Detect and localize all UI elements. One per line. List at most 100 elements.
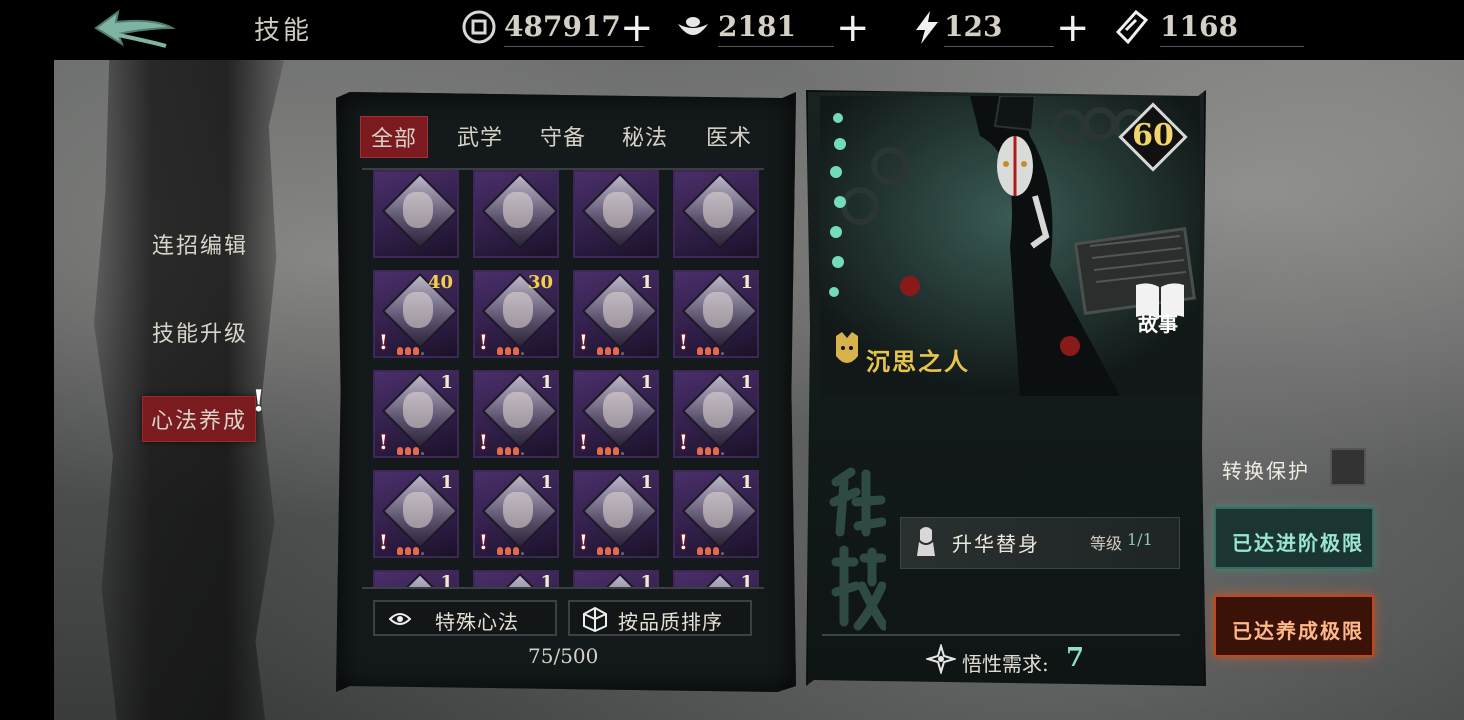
sidebar-item-combo-edit[interactable]: 连招编辑 bbox=[152, 228, 248, 260]
card-alert-icon: ! bbox=[679, 330, 688, 354]
skill-card[interactable]: 1 bbox=[673, 570, 759, 588]
skill-level-label: 等级 bbox=[1090, 534, 1123, 553]
ticket-counter: 1168 bbox=[1114, 6, 1304, 48]
skill-card[interactable] bbox=[573, 170, 659, 258]
card-portrait-face bbox=[703, 192, 733, 228]
card-portrait-face bbox=[703, 492, 733, 528]
ticket-icon bbox=[1115, 10, 1148, 44]
card-level: 1 bbox=[740, 372, 753, 393]
card-portrait-face bbox=[503, 192, 533, 228]
card-level: 40 bbox=[427, 272, 453, 293]
card-level: 1 bbox=[440, 472, 453, 493]
card-rank-pips bbox=[497, 440, 557, 455]
special-method-label: 特殊心法 bbox=[435, 610, 519, 634]
skill-card[interactable]: 1! bbox=[473, 470, 559, 558]
sort-by-quality-button[interactable]: 按品质排序 bbox=[568, 600, 752, 636]
energy-value: 123 bbox=[944, 10, 1003, 43]
skill-card[interactable]: 1! bbox=[473, 370, 559, 458]
card-level: 1 bbox=[640, 272, 653, 293]
skill-card[interactable]: 1 bbox=[573, 570, 659, 588]
silver-value: 2181 bbox=[718, 10, 796, 43]
card-rank-pips bbox=[597, 440, 657, 455]
skill-card[interactable]: 1! bbox=[373, 370, 459, 458]
card-rank-pips bbox=[697, 440, 757, 455]
add-silver-button[interactable]: + bbox=[836, 8, 870, 48]
back-arrow-icon[interactable] bbox=[92, 8, 176, 52]
card-portrait-face bbox=[503, 492, 533, 528]
card-alert-icon: ! bbox=[379, 430, 388, 454]
card-portrait-face bbox=[603, 192, 633, 228]
cultivate-limit-button[interactable]: 已达养成极限 bbox=[1214, 595, 1374, 657]
page-title: 技能 bbox=[254, 16, 313, 46]
tab-all[interactable]: 全部 bbox=[360, 116, 429, 158]
skill-card[interactable]: 1! bbox=[673, 470, 759, 558]
lightning-energy-icon bbox=[916, 11, 938, 44]
card-level: 1 bbox=[740, 572, 753, 588]
skill-card[interactable]: 1 bbox=[473, 570, 559, 588]
sidebar-item-heart-method[interactable]: 心法养成 bbox=[142, 396, 257, 442]
ticket-underline bbox=[1160, 46, 1304, 47]
card-portrait-face bbox=[603, 492, 633, 528]
card-alert-icon: ! bbox=[679, 530, 688, 554]
skill-card[interactable] bbox=[373, 170, 459, 258]
tab-defense[interactable]: 守备 bbox=[540, 120, 586, 152]
card-alert-icon: ! bbox=[679, 430, 688, 454]
card-alert-icon: ! bbox=[479, 430, 488, 454]
card-level: 30 bbox=[527, 272, 553, 293]
skill-card[interactable]: 1 bbox=[373, 570, 459, 588]
card-portrait-face bbox=[503, 292, 533, 328]
card-alert-icon: ! bbox=[579, 430, 588, 454]
skill-portrait-icon bbox=[917, 527, 935, 556]
skill-card[interactable]: 1! bbox=[573, 270, 659, 358]
card-rank-pips bbox=[397, 540, 457, 555]
silver-counter: 2181 + bbox=[676, 6, 872, 48]
story-label[interactable]: 故事 bbox=[1138, 308, 1178, 337]
card-level: 1 bbox=[640, 372, 653, 393]
card-portrait-face bbox=[503, 392, 533, 428]
card-rank-pips bbox=[597, 340, 657, 355]
tab-medicine[interactable]: 医术 bbox=[706, 120, 752, 152]
skill-card[interactable]: 1! bbox=[373, 470, 459, 558]
skill-card[interactable]: 30! bbox=[473, 270, 559, 358]
skill-card[interactable]: 1! bbox=[673, 270, 759, 358]
top-bar: 技能 487917 + 2181 + 123 + 1168 bbox=[0, 0, 1464, 60]
skill-card[interactable]: 1! bbox=[673, 370, 759, 458]
skill-level-value: 1/1 bbox=[1127, 530, 1153, 549]
energy-counter: 123 + bbox=[910, 6, 1090, 48]
card-level: 1 bbox=[740, 472, 753, 493]
card-level: 1 bbox=[640, 572, 653, 588]
special-method-button[interactable]: 特殊心法 bbox=[373, 600, 557, 636]
card-level: 1 bbox=[540, 372, 553, 393]
sidebar-item-skill-upgrade[interactable]: 技能升级 bbox=[152, 316, 248, 348]
skill-card[interactable]: 1! bbox=[573, 370, 659, 458]
card-level: 1 bbox=[740, 272, 753, 293]
tab-martial[interactable]: 武学 bbox=[457, 120, 503, 152]
skill-card[interactable]: 40! bbox=[373, 270, 459, 358]
card-rank-pips bbox=[497, 340, 557, 355]
card-portrait-face bbox=[603, 292, 633, 328]
add-coin-button[interactable]: + bbox=[620, 8, 654, 48]
method-count: 75/500 bbox=[528, 644, 599, 668]
coin-icon bbox=[462, 10, 496, 44]
card-level: 1 bbox=[540, 472, 553, 493]
add-energy-button[interactable]: + bbox=[1056, 8, 1090, 48]
advance-limit-label: 已达进阶极限 bbox=[1232, 531, 1364, 555]
skill-card[interactable] bbox=[473, 170, 559, 258]
skill-name: 升华替身 bbox=[952, 532, 1040, 556]
tab-secret[interactable]: 秘法 bbox=[622, 120, 668, 152]
card-rank-pips bbox=[397, 340, 457, 355]
card-portrait-face bbox=[403, 292, 433, 328]
skill-card[interactable] bbox=[673, 170, 759, 258]
advance-limit-button[interactable]: 已达进阶极限 bbox=[1214, 507, 1374, 569]
conversion-protect-checkbox[interactable] bbox=[1330, 448, 1366, 486]
card-level: 1 bbox=[440, 372, 453, 393]
card-portrait-face bbox=[703, 292, 733, 328]
card-level: 1 bbox=[540, 572, 553, 588]
ticket-value: 1168 bbox=[1160, 10, 1238, 43]
card-level: 1 bbox=[440, 572, 453, 588]
card-alert-icon: ! bbox=[579, 530, 588, 554]
alert-icon: ! bbox=[252, 384, 266, 419]
card-portrait-face bbox=[403, 392, 433, 428]
skill-card[interactable]: 1! bbox=[573, 470, 659, 558]
card-rank-pips bbox=[397, 440, 457, 455]
